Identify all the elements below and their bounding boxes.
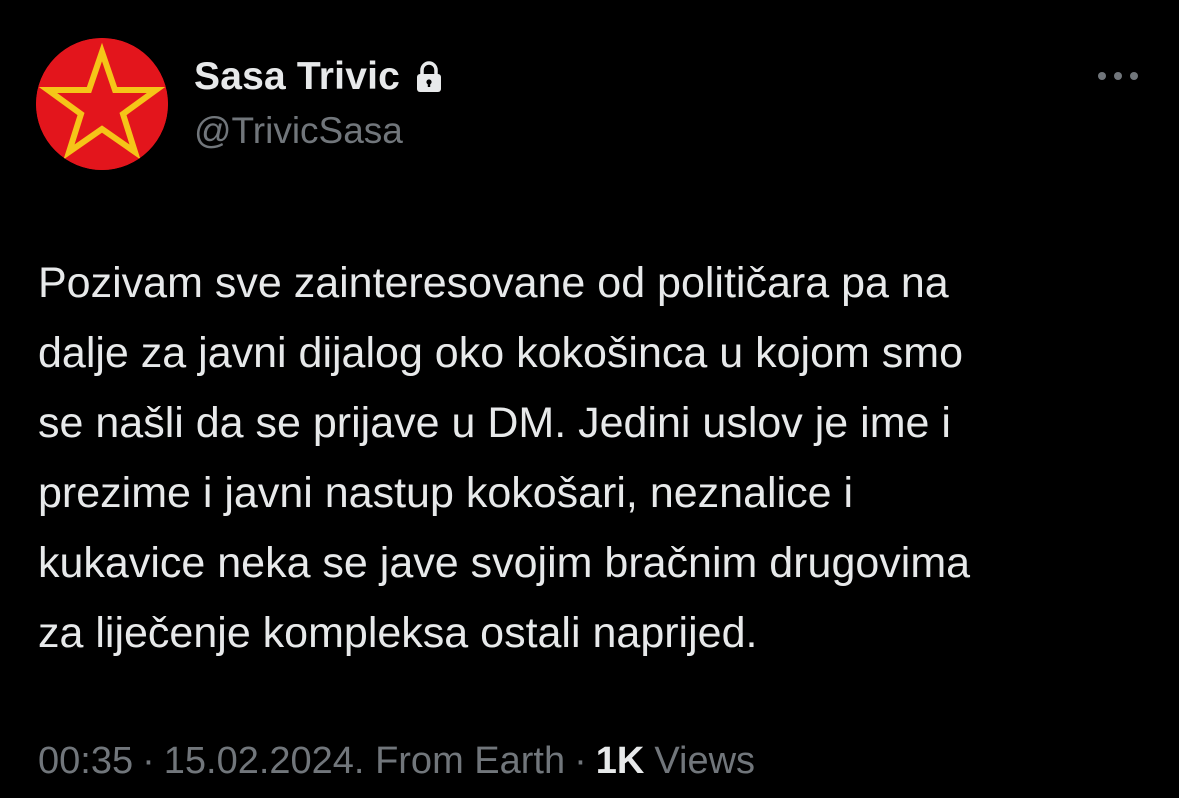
name-row: Sasa Trivic xyxy=(194,52,444,102)
more-horizontal-icon xyxy=(1098,72,1138,80)
separator: · xyxy=(142,740,155,782)
red-star-icon xyxy=(36,38,168,170)
author-handle[interactable]: @TrivicSasa xyxy=(194,110,444,152)
views-count[interactable]: 1K xyxy=(596,740,645,783)
display-name[interactable]: Sasa Trivic xyxy=(194,55,400,99)
tweet-metadata: 00:35 · 15.02.2024. From Earth · 1K View… xyxy=(38,740,755,783)
separator: · xyxy=(574,740,587,782)
more-options-button[interactable] xyxy=(1090,58,1146,94)
lock-icon xyxy=(414,61,444,93)
tweet-date[interactable]: 15.02.2024. xyxy=(164,740,365,783)
tweet: Sasa Trivic @TrivicSasa Pozivam sve zain… xyxy=(0,0,1179,798)
views-label: Views xyxy=(654,740,756,782)
avatar[interactable] xyxy=(36,38,168,170)
tweet-source: From Earth xyxy=(375,740,566,782)
author-block: Sasa Trivic @TrivicSasa xyxy=(194,52,444,152)
tweet-text: Pozivam sve zainteresovane od političara… xyxy=(38,259,971,657)
tweet-time[interactable]: 00:35 xyxy=(38,740,133,783)
